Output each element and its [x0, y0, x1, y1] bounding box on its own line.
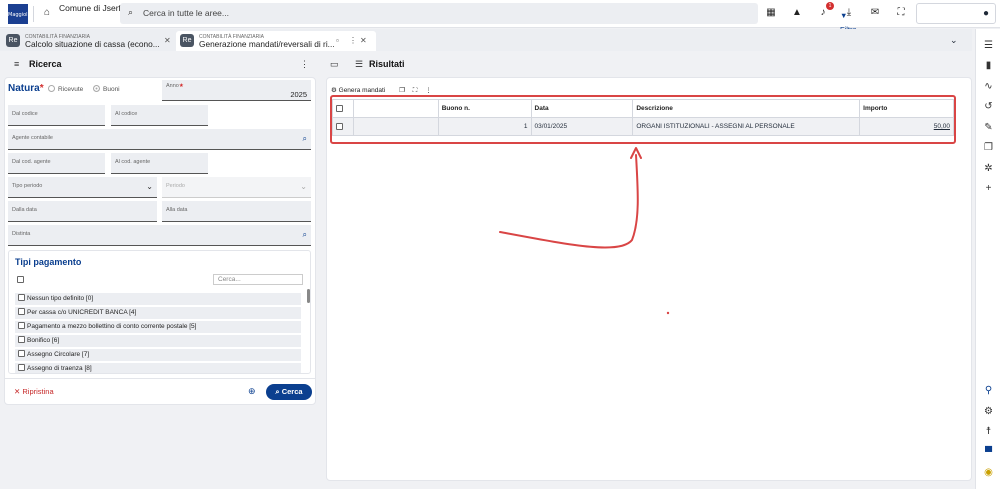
annotation-arrow — [499, 147, 670, 315]
